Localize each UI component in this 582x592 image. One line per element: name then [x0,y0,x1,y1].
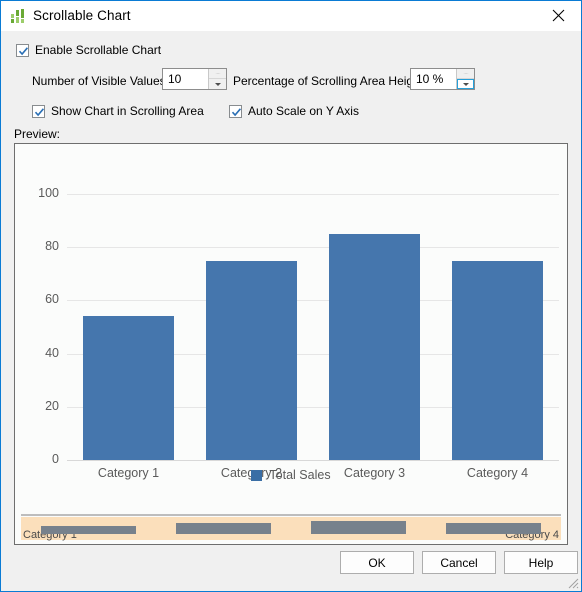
spinner-down-button[interactable] [209,79,226,89]
dialog-body: Enable Scrollable Chart Number of Visibl… [1,31,581,591]
bar-chart: 0 20 40 60 80 100 Category 1 Category 2 Category… [15,144,567,544]
gridline [67,247,559,249]
help-button[interactable]: Help [504,551,578,574]
y-axis-tick-label: 60 [45,292,59,307]
scrollable-chart-dialog: Scrollable Chart Enable Scrollable Chart… [0,0,582,592]
y-axis-tick-label: 100 [38,186,59,200]
bar[interactable] [82,316,174,460]
gridline [67,194,559,195]
scrolling-area-height-input[interactable]: 10 % [411,69,456,89]
spinner-up-button[interactable] [457,69,474,79]
chart-preview-panel: 0 20 40 60 80 100 Category 1 Category 2 Category… [14,143,568,545]
checkbox-box [229,104,242,118]
y-axis-tick-label: 80 [45,239,59,254]
enable-scrollable-chart-label: Enable Scrollable Chart [35,43,162,57]
legend-label: Total Sales [269,468,331,482]
scroll-overview-bar[interactable] [446,522,541,534]
preview-label: Preview: [14,127,61,141]
visible-values-label: Number of Visible Values: [32,74,169,88]
chart-legend: Total Sales [15,468,567,482]
checkbox-box [32,104,45,118]
close-icon [552,9,565,22]
visible-values-spinner-arrows[interactable] [208,69,226,89]
scroll-overview-divider [21,514,561,516]
checkbox-box [16,43,29,57]
cancel-button[interactable]: Cancel [422,551,496,574]
scroll-overview[interactable]: Category 1 Category 4 [15,514,567,544]
close-button[interactable] [536,1,581,30]
spinner-down-button[interactable] [457,79,474,89]
ok-button[interactable]: OK [340,551,414,574]
window-title: Scrollable Chart [33,8,131,23]
check-icon [34,107,45,116]
scrolling-area-height-label: Percentage of Scrolling Area Height: [233,74,427,88]
title-bar: Scrollable Chart [1,1,581,32]
visible-values-spinner[interactable]: 10 [162,68,227,90]
y-axis-tick-label: 40 [45,345,59,360]
visible-values-input[interactable]: 10 [163,69,208,89]
show-chart-in-scrolling-area-checkbox[interactable]: Show Chart in Scrolling Area [32,104,204,118]
auto-scale-on-y-axis-checkbox[interactable]: Auto Scale on Y Axis [229,104,359,118]
scrolling-area-height-spinner[interactable]: 10 % [410,68,475,90]
scroll-overview-bar[interactable] [176,522,271,534]
scrolling-area-height-spinner-arrows[interactable] [456,69,474,89]
scroll-overview-bar[interactable] [311,521,406,534]
check-icon [18,46,29,55]
auto-scale-on-y-axis-label: Auto Scale on Y Axis [248,104,359,118]
bar[interactable] [451,260,543,460]
check-icon [231,107,242,116]
resize-grip-icon[interactable] [566,576,579,589]
bar-chart-icon [10,8,27,25]
scroll-overview-bar[interactable] [41,525,136,534]
legend-swatch [251,469,263,481]
x-axis-line [67,460,559,461]
show-chart-in-scrolling-area-label: Show Chart in Scrolling Area [51,104,204,118]
bar[interactable] [328,233,420,460]
y-axis-tick-label: 0 [52,452,59,466]
bar[interactable] [205,260,297,460]
scroll-overview-track[interactable]: Category 1 Category 4 [21,517,561,541]
enable-scrollable-chart-checkbox[interactable]: Enable Scrollable Chart [16,43,161,57]
y-axis-tick-label: 20 [45,398,59,413]
spinner-up-button[interactable] [209,69,226,79]
